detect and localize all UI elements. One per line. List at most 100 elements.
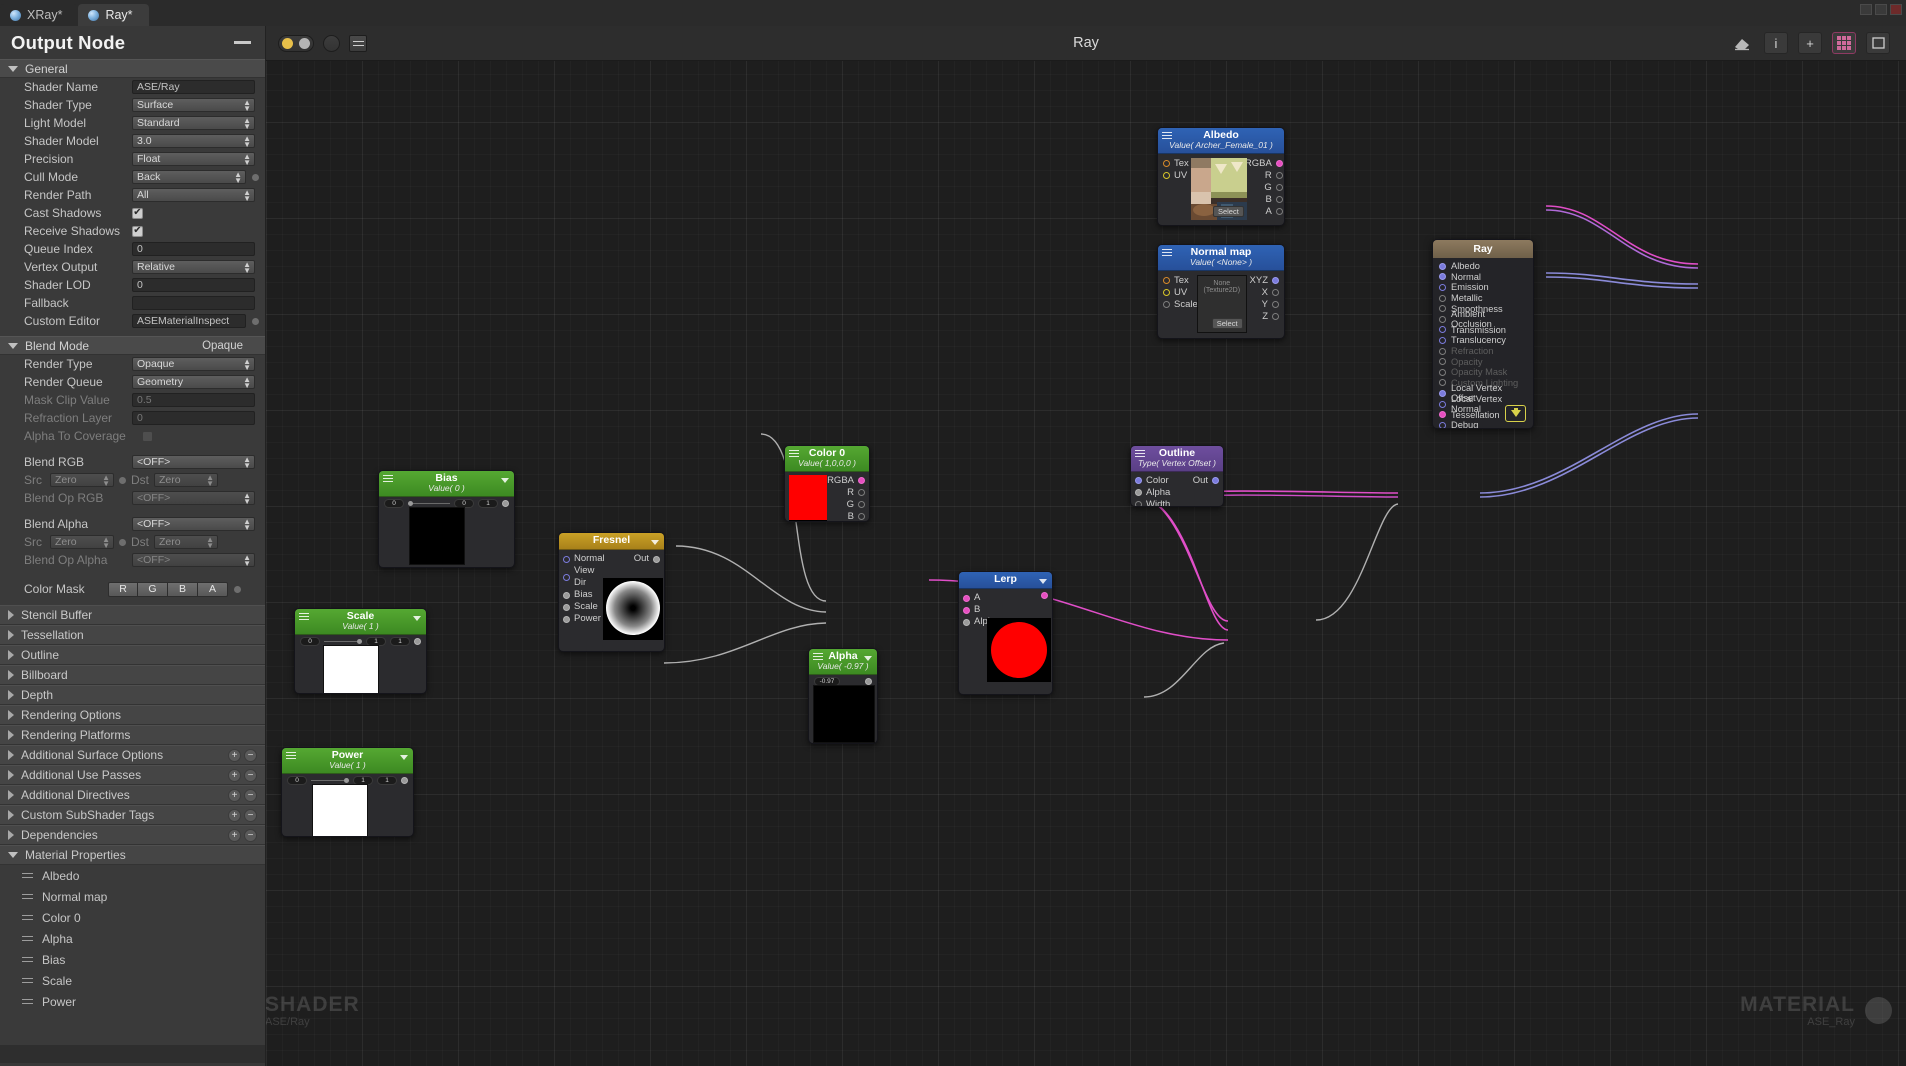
drag-handle-icon[interactable] (22, 998, 33, 1005)
drag-handle-icon[interactable] (22, 956, 33, 963)
node-header[interactable]: Scale Value( 1 ) (295, 609, 426, 635)
tab-ray[interactable]: Ray* (78, 4, 149, 26)
port-a[interactable]: A (963, 592, 999, 604)
port-b[interactable]: B (827, 511, 865, 521)
chevron-down-icon[interactable] (651, 540, 659, 545)
port-normal[interactable]: Normal (1433, 272, 1533, 283)
port-dot[interactable] (1212, 477, 1219, 485)
port-dot[interactable] (1439, 262, 1446, 270)
node-normal-map[interactable]: Normal map Value( <None> ) Tex UV Scale … (1157, 244, 1285, 339)
port-x[interactable]: X (1249, 287, 1279, 299)
list-item[interactable]: Albedo (0, 865, 265, 886)
focus-icon[interactable] (323, 34, 340, 52)
node-header[interactable]: Power Value( 1 ) (282, 748, 413, 774)
list-item[interactable]: Bias (0, 949, 265, 970)
port-b[interactable]: B (1249, 194, 1283, 206)
render-queue-dropdown[interactable]: Geometry ▲ ▼ (132, 375, 255, 390)
color-mask-g[interactable]: G (138, 581, 168, 597)
collapse-inspector-button[interactable] (234, 41, 251, 44)
port-r[interactable]: R (1249, 170, 1283, 182)
port-dot[interactable] (563, 615, 570, 623)
fold-material-properties[interactable]: Material Properties (0, 845, 265, 865)
port-dot[interactable] (858, 489, 865, 497)
fold-outline[interactable]: Outline (0, 645, 265, 665)
port-dot[interactable] (1163, 160, 1170, 168)
property-toggle-dot[interactable] (252, 317, 259, 325)
drag-handle-icon[interactable] (22, 893, 33, 900)
port-normal[interactable]: Normal (563, 553, 609, 565)
port-dot[interactable] (653, 555, 660, 563)
texture-thumbnail[interactable]: Select (1190, 157, 1247, 220)
slider-min[interactable]: 0 (300, 636, 320, 646)
port-dot[interactable] (563, 573, 570, 581)
node-header[interactable]: Bias Value( 0 ) (379, 471, 514, 497)
port-dot[interactable] (1163, 289, 1170, 297)
port-tex[interactable]: Tex (1163, 275, 1195, 287)
fold-tessellation[interactable]: Tessellation (0, 625, 265, 645)
grid-icon[interactable] (1832, 32, 1856, 54)
node-fresnel[interactable]: Fresnel Normal View Dir Bias Scale Power… (558, 532, 665, 652)
port-dot[interactable] (1439, 283, 1446, 291)
node-header[interactable]: Lerp (959, 572, 1052, 590)
color-mask-b[interactable]: B (168, 581, 198, 597)
cast-shadows-checkbox[interactable]: ✔ (132, 207, 143, 219)
port-dot[interactable] (1275, 184, 1283, 192)
node-bias[interactable]: Bias Value( 0 ) 0 0 1 (378, 470, 515, 568)
fold-dependencies[interactable]: Dependencies + − (0, 825, 265, 845)
port-out-dot[interactable] (401, 776, 408, 784)
port-out[interactable]: Out (609, 553, 660, 565)
slider-max[interactable]: 1 (390, 636, 410, 646)
port-dot[interactable] (1275, 172, 1283, 180)
port-uv[interactable]: UV (1163, 170, 1189, 182)
port-dot[interactable] (963, 606, 970, 614)
port-color[interactable]: Color (1135, 475, 1185, 487)
port-dot[interactable] (1439, 326, 1446, 334)
chevron-down-icon[interactable] (413, 616, 421, 621)
node-menu-icon[interactable] (1135, 450, 1145, 458)
add-button[interactable]: + (228, 828, 241, 842)
shader-model-dropdown[interactable]: 3.0 ▲ ▼ (132, 134, 255, 149)
drag-handle-icon[interactable] (22, 935, 33, 942)
close-button[interactable] (1890, 4, 1902, 15)
color-swatch[interactable] (789, 474, 828, 521)
port-dot[interactable] (1272, 289, 1279, 297)
port-dot[interactable] (1163, 277, 1170, 285)
shader-name-input[interactable]: ASE/Ray (132, 80, 255, 94)
port-dot[interactable] (1439, 400, 1446, 408)
node-menu-icon[interactable] (299, 613, 309, 621)
node-menu-icon[interactable] (1162, 249, 1172, 257)
port-dot[interactable] (1439, 411, 1446, 419)
add-button[interactable]: + (228, 808, 241, 822)
port-dot[interactable] (1439, 305, 1446, 313)
port-dot[interactable] (963, 618, 970, 626)
slider-track[interactable] (408, 500, 450, 506)
slider-min[interactable]: 0 (384, 498, 404, 508)
slider-max[interactable]: 1 (478, 498, 498, 508)
list-item[interactable]: Power (0, 991, 265, 1012)
color-mask-a[interactable]: A (198, 581, 228, 597)
port-metallic[interactable]: Metallic (1433, 293, 1533, 304)
chevron-down-icon[interactable] (1039, 579, 1047, 584)
port-width[interactable]: Width (1135, 499, 1185, 506)
node-outline[interactable]: Outline Type( Vertex Offset ) Color Alph… (1130, 445, 1224, 507)
port-out-dot[interactable] (502, 499, 509, 507)
add-button[interactable]: + (228, 768, 241, 782)
color-mask-r[interactable]: R (108, 581, 138, 597)
port-dot[interactable] (1135, 477, 1142, 485)
remove-button[interactable]: − (244, 808, 257, 822)
node-header[interactable]: Albedo Value( Archer_Female_01 ) (1158, 128, 1284, 154)
port-dot[interactable] (1275, 208, 1283, 216)
info-icon[interactable]: i (1764, 32, 1788, 54)
port-a[interactable]: A (1249, 206, 1283, 218)
node-header[interactable]: Outline Type( Vertex Offset ) (1131, 446, 1223, 472)
fold-additional-directives[interactable]: Additional Directives + − (0, 785, 265, 805)
node-menu-icon[interactable] (789, 450, 799, 458)
custom-editor-input[interactable]: ASEMaterialInspect (132, 314, 246, 328)
port-dot[interactable] (1041, 592, 1048, 600)
remove-button[interactable]: − (244, 748, 257, 762)
property-toggle-dot[interactable] (234, 585, 241, 593)
node-menu-icon[interactable] (383, 475, 393, 483)
node-power[interactable]: Power Value( 1 ) 0 1 1 (281, 747, 414, 837)
port-dot[interactable] (858, 501, 865, 509)
port-z[interactable]: Z (1249, 311, 1279, 323)
